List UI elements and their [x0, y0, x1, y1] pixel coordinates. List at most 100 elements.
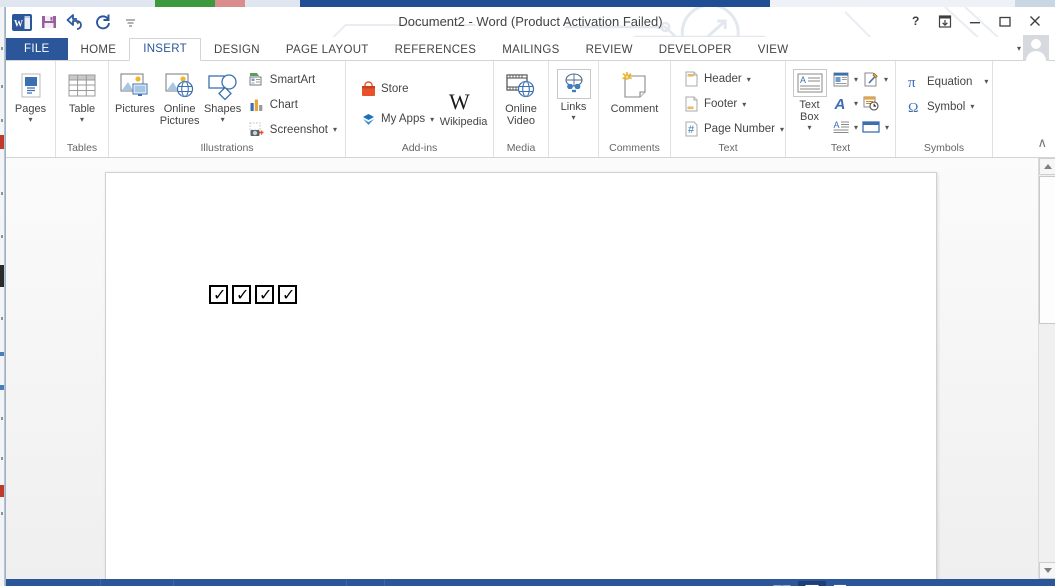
equation-dropdown-icon[interactable]: ▾: [984, 77, 988, 86]
text-box-icon: A: [793, 69, 827, 97]
save-icon[interactable]: [37, 11, 61, 33]
tab-file[interactable]: FILE: [6, 38, 68, 61]
date-and-time-button[interactable]: [861, 91, 891, 115]
header-icon: [683, 71, 700, 88]
customize-qat-icon[interactable]: [118, 11, 142, 33]
tab-page-layout[interactable]: PAGE LAYOUT: [273, 39, 382, 61]
object-dropdown-icon[interactable]: ▾: [885, 123, 889, 132]
page-number-button[interactable]: # Page Number ▾: [679, 118, 788, 141]
online-pictures-button-label: Online Pictures: [157, 103, 203, 127]
footer-button-label: Footer: [704, 98, 737, 110]
drop-cap-button[interactable]: A ▾: [831, 115, 861, 139]
header-button[interactable]: Header ▾: [679, 68, 788, 91]
drop-cap-dropdown-icon[interactable]: ▾: [854, 123, 858, 132]
links-icon: [557, 69, 591, 99]
text-box-dropdown-icon[interactable]: ▾: [807, 124, 811, 132]
symbol-button[interactable]: Ω Symbol ▾: [902, 95, 992, 118]
read-mode-view-button[interactable]: [768, 581, 796, 586]
ribbon-display-options-button[interactable]: [931, 10, 959, 32]
tab-insert[interactable]: INSERT: [129, 38, 201, 61]
collapse-ribbon-button[interactable]: ∧: [1037, 135, 1055, 157]
undo-icon[interactable]: [64, 11, 88, 33]
ribbon-group-label-illustrations: Illustrations: [109, 142, 345, 157]
wordart-button[interactable]: A ▾: [831, 91, 861, 115]
object-button[interactable]: ▾: [861, 115, 891, 139]
checkbox-4[interactable]: ✓: [278, 285, 297, 304]
quick-parts-dropdown-icon[interactable]: ▾: [854, 75, 858, 84]
web-layout-view-button[interactable]: [828, 581, 856, 586]
pages-icon: [16, 69, 46, 101]
checkbox-1[interactable]: ✓: [209, 285, 228, 304]
redo-icon[interactable]: [91, 11, 115, 33]
page-number-dropdown-icon[interactable]: ▾: [780, 125, 784, 134]
vertical-scrollbar[interactable]: [1038, 158, 1055, 579]
status-word-count[interactable]: 1 WORD: [101, 579, 174, 586]
signature-line-button[interactable]: ▾: [861, 67, 891, 91]
table-button[interactable]: Table ▾: [60, 66, 104, 124]
checkbox-4-check: ✓: [282, 285, 295, 304]
wordart-dropdown-icon[interactable]: ▾: [854, 99, 858, 108]
tab-review[interactable]: REVIEW: [573, 39, 646, 61]
checkbox-3[interactable]: ✓: [255, 285, 274, 304]
checkbox-2[interactable]: ✓: [232, 285, 251, 304]
quick-access-toolbar[interactable]: W: [10, 11, 142, 33]
maximize-button[interactable]: [991, 10, 1019, 32]
header-dropdown-icon[interactable]: ▾: [747, 75, 751, 84]
my-apps-button[interactable]: My Apps ▾: [356, 105, 438, 133]
store-button[interactable]: Store: [356, 75, 438, 103]
screenshot-dropdown-icon[interactable]: ▾: [333, 125, 337, 134]
footer-dropdown-icon[interactable]: ▾: [742, 100, 746, 109]
my-apps-dropdown-icon[interactable]: ▾: [430, 115, 434, 124]
wikipedia-button-label: Wikipedia: [440, 116, 488, 128]
online-video-button[interactable]: Online Video: [498, 66, 544, 127]
proofing-errors-icon[interactable]: [347, 579, 385, 586]
tab-design[interactable]: DESIGN: [201, 39, 273, 61]
document-canvas[interactable]: ✓ ✓ ✓ ✓: [6, 158, 1038, 579]
pictures-button[interactable]: Pictures: [113, 66, 157, 115]
minimize-button[interactable]: [961, 10, 989, 32]
tab-mailings[interactable]: MAILINGS: [489, 39, 572, 61]
account-caret-icon[interactable]: ▾: [1017, 44, 1021, 53]
tab-developer[interactable]: DEVELOPER: [646, 39, 745, 61]
online-pictures-button[interactable]: Online Pictures: [157, 66, 203, 127]
table-dropdown-icon[interactable]: ▾: [80, 116, 84, 124]
scrollbar-thumb[interactable]: [1039, 176, 1055, 324]
status-language[interactable]: ENGLISH (UNITED STATES): [174, 579, 347, 586]
chart-button[interactable]: Chart: [245, 93, 341, 116]
tab-view[interactable]: VIEW: [745, 39, 802, 61]
footer-icon: [683, 96, 700, 113]
quick-parts-button[interactable]: ▾: [831, 67, 861, 91]
document-page[interactable]: ✓ ✓ ✓ ✓: [105, 172, 937, 579]
shapes-dropdown-icon[interactable]: ▾: [221, 116, 225, 124]
ribbon-tabs[interactable]: FILE HOME INSERT DESIGN PAGE LAYOUT REFE…: [6, 37, 1055, 61]
links-dropdown-icon[interactable]: ▾: [571, 114, 575, 122]
shapes-button[interactable]: Shapes ▾: [202, 66, 242, 124]
smartart-button[interactable]: SmartArt: [245, 68, 341, 91]
word-logo-icon[interactable]: W: [10, 11, 34, 33]
scroll-up-button[interactable]: [1039, 158, 1055, 175]
tab-home[interactable]: HOME: [68, 39, 130, 61]
text-box-button[interactable]: A Text Box ▾: [790, 64, 829, 132]
pages-dropdown-icon[interactable]: ▾: [28, 116, 32, 124]
comment-button[interactable]: Comment: [603, 66, 666, 115]
pages-button[interactable]: Pages ▾: [10, 66, 51, 124]
screenshot-button[interactable]: Screenshot ▾: [245, 118, 341, 141]
links-button[interactable]: Links ▾: [553, 66, 594, 122]
scroll-down-button[interactable]: [1039, 562, 1055, 579]
account-area[interactable]: ▾: [1017, 35, 1049, 61]
chart-icon: [249, 96, 266, 113]
symbol-dropdown-icon[interactable]: ▾: [970, 102, 974, 111]
symbols-commands: π Equation ▾ Ω Sym: [902, 68, 992, 118]
tab-references[interactable]: REFERENCES: [382, 39, 490, 61]
equation-button[interactable]: π Equation ▾: [902, 70, 992, 93]
svg-text:π: π: [908, 75, 916, 90]
status-page-indicator[interactable]: PAGE 1 OF 1: [6, 579, 101, 586]
print-layout-view-button[interactable]: [798, 581, 826, 586]
wikipedia-button[interactable]: W Wikipedia: [438, 78, 489, 128]
footer-button[interactable]: Footer ▾: [679, 93, 788, 116]
close-button[interactable]: [1021, 10, 1049, 32]
help-button[interactable]: ?: [901, 10, 929, 32]
caption-buttons[interactable]: ?: [901, 10, 1049, 32]
signature-line-dropdown-icon[interactable]: ▾: [884, 75, 888, 84]
avatar[interactable]: [1023, 35, 1049, 61]
